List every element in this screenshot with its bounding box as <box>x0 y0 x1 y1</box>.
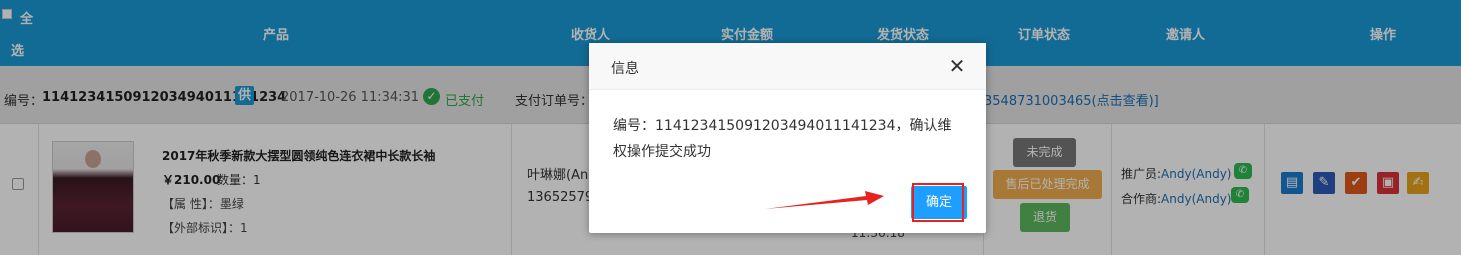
annotation-arrow <box>765 191 884 209</box>
